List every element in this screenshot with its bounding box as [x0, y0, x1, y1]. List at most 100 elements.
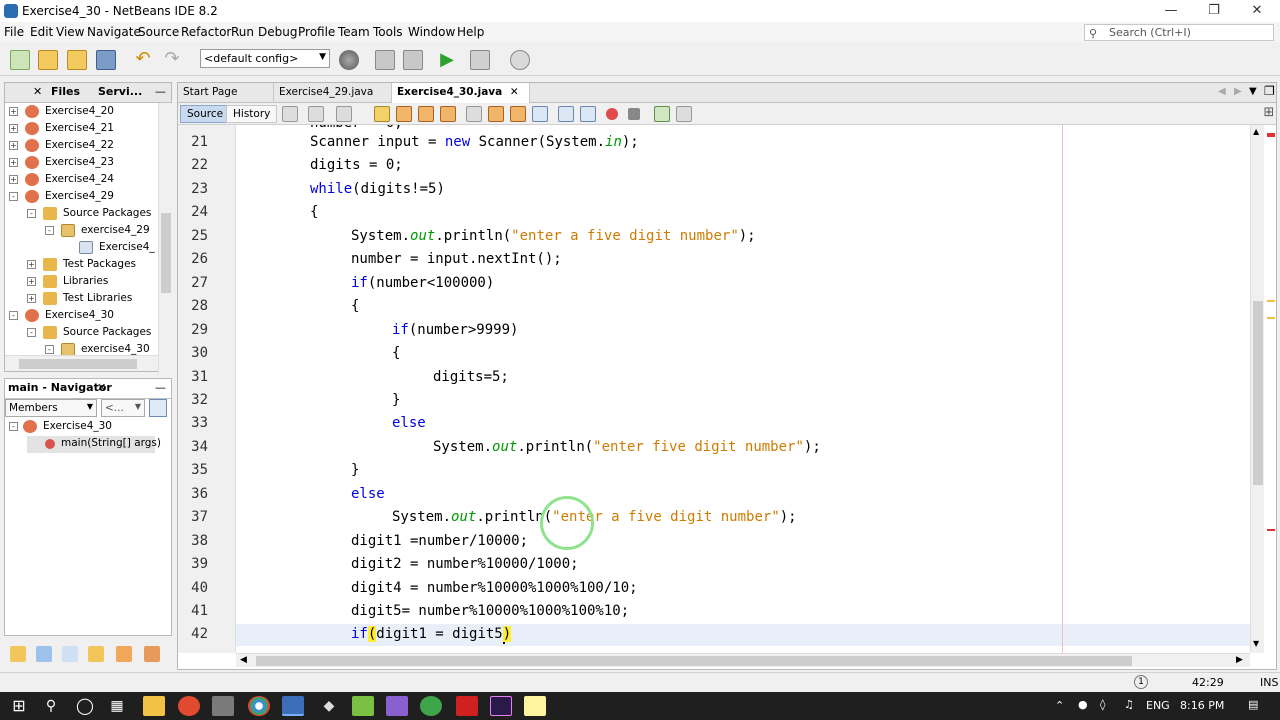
sort-filter-icon[interactable] [144, 646, 160, 662]
editor-vscroll-thumb[interactable] [1253, 301, 1263, 485]
code-line[interactable]: if(number>9999) [392, 322, 518, 338]
collapse-toggle-icon[interactable]: - [27, 328, 36, 337]
toggle-highlight-icon[interactable] [440, 106, 456, 122]
netbeans-taskbar-icon[interactable] [282, 696, 304, 716]
menu-profile[interactable]: Profile [298, 25, 335, 39]
comment-icon[interactable] [654, 106, 670, 122]
code-line[interactable]: { [392, 345, 400, 361]
expand-toggle-icon[interactable]: + [9, 158, 18, 167]
search-input[interactable]: ⚲ Search (Ctrl+I) [1084, 24, 1274, 41]
editor-horizontal-scrollbar[interactable]: ◀ ▶ [236, 653, 1250, 667]
media-player-icon[interactable] [178, 696, 200, 716]
previous-bookmark-icon[interactable] [488, 106, 504, 122]
last-edit-icon[interactable] [282, 106, 298, 122]
menu-help[interactable]: Help [457, 25, 484, 39]
editor-hscroll-thumb[interactable] [256, 656, 1132, 666]
menu-window[interactable]: Window [408, 25, 455, 39]
visual-studio-icon[interactable] [386, 696, 408, 716]
code-line[interactable]: if(number<100000) [351, 275, 494, 291]
scroll-down-icon[interactable]: ▼ [1253, 639, 1259, 648]
debug-icon[interactable] [470, 50, 490, 70]
windows-start-icon[interactable]: ⊞ [8, 696, 30, 716]
code-line[interactable]: number = input.nextInt(); [351, 251, 562, 267]
next-bookmark-icon[interactable] [510, 106, 526, 122]
find-previous-icon[interactable] [396, 106, 412, 122]
lock-icon[interactable] [88, 646, 104, 662]
expand-toggle-icon[interactable]: + [9, 107, 18, 116]
scope-filter-select[interactable]: <... ▼ [101, 399, 145, 417]
collapse-toggle-icon[interactable]: - [45, 226, 54, 235]
search-icon[interactable]: ⚲ [40, 696, 62, 716]
tab-start-page[interactable]: Start Page [178, 83, 274, 103]
source-view-button[interactable]: Source [180, 105, 231, 123]
code-line[interactable]: } [392, 392, 400, 408]
collapse-toggle-icon[interactable]: - [45, 345, 54, 354]
acrobat-icon[interactable] [456, 696, 478, 716]
tab-exercise4-29[interactable]: Exercise4_29.java [274, 83, 392, 103]
tab-exercise4-30[interactable]: Exercise4_30.java ✕ [392, 83, 530, 103]
static-filter-icon[interactable] [36, 646, 52, 662]
chevron-down-icon[interactable]: ▼ [1249, 86, 1257, 97]
minimize-button[interactable]: — [1150, 0, 1192, 22]
projects-hscrollbar[interactable] [5, 355, 158, 371]
code-line[interactable]: digits = 0; [310, 157, 403, 173]
minimize-panel-icon[interactable]: — [155, 381, 166, 394]
app-green-icon[interactable] [420, 696, 442, 716]
navigator-options-icon[interactable] [149, 399, 167, 417]
menu-debug[interactable]: Debug [258, 25, 297, 39]
scroll-up-icon[interactable]: ▲ [1253, 127, 1259, 136]
code-line[interactable]: System.out.println("enter a five digit n… [392, 509, 797, 525]
collapse-toggle-icon[interactable]: - [9, 422, 18, 431]
config-select[interactable]: <default config> ▼ [200, 49, 330, 68]
non-public-filter-icon[interactable] [62, 646, 78, 662]
close-icon[interactable]: ✕ [33, 85, 42, 98]
menu-file[interactable]: File [4, 25, 24, 39]
code-line[interactable]: while(digits!=5) [310, 181, 445, 197]
network-icon[interactable]: ◊ [1100, 698, 1105, 711]
expand-toggle-icon[interactable]: + [27, 277, 36, 286]
clock[interactable]: 8:16 PM [1180, 699, 1224, 712]
minimize-panel-icon[interactable]: — [155, 85, 166, 98]
collapse-toggle-icon[interactable]: - [9, 311, 18, 320]
tabs-scroll-right-icon[interactable]: ▶ [1234, 86, 1242, 97]
menu-run[interactable]: Run [231, 25, 254, 39]
microphone-icon[interactable]: ● [1078, 698, 1088, 711]
code-line[interactable]: Scanner input = new Scanner(System.in); [310, 134, 639, 150]
notifications-icon[interactable]: 1 [1134, 675, 1148, 689]
projects-hscroll-thumb[interactable] [19, 359, 137, 369]
scroll-left-icon[interactable]: ◀ [240, 655, 247, 665]
close-button[interactable]: ✕ [1236, 0, 1278, 22]
expand-toggle-icon[interactable]: + [9, 175, 18, 184]
new-project-icon[interactable] [38, 50, 58, 70]
file-explorer-icon[interactable] [143, 696, 165, 716]
menu-team[interactable]: Team [338, 25, 370, 39]
expand-toggle-icon[interactable]: + [27, 260, 36, 269]
code-line[interactable]: digit2 = number%10000/1000; [351, 556, 579, 572]
editor-vertical-scrollbar[interactable]: ▲ ▼ [1250, 125, 1264, 653]
back-icon[interactable] [308, 106, 324, 122]
code-line[interactable]: System.out.println("enter five digit num… [433, 439, 821, 455]
new-file-icon[interactable] [10, 50, 30, 70]
menu-tools[interactable]: Tools [373, 25, 403, 39]
stop-macro-icon[interactable] [628, 108, 640, 120]
app-icon[interactable] [212, 696, 234, 716]
run-icon[interactable]: ▶ [437, 50, 457, 70]
menu-navigate[interactable]: Navigate [87, 25, 141, 39]
shift-left-icon[interactable] [558, 106, 574, 122]
inherited-filter-icon[interactable] [116, 646, 132, 662]
cortana-icon[interactable]: ◯ [74, 696, 96, 716]
code-line[interactable]: } [351, 462, 359, 478]
find-next-icon[interactable] [418, 106, 434, 122]
code-line[interactable]: digit1 =number/10000; [351, 533, 528, 549]
keyboard-language[interactable]: ENG [1146, 699, 1170, 712]
open-project-icon[interactable] [67, 50, 87, 70]
code-line[interactable]: System.out.println("enter a five digit n… [351, 228, 756, 244]
maximize-icon[interactable]: ❐ [1264, 84, 1275, 98]
fields-filter-icon[interactable] [10, 646, 26, 662]
navigator-class-row[interactable]: - Exercise4_30 [9, 419, 159, 436]
profile-icon[interactable] [510, 50, 530, 70]
menu-view[interactable]: View [56, 25, 84, 39]
camtasia-icon[interactable] [352, 696, 374, 716]
globe-icon[interactable] [339, 50, 359, 70]
code-line[interactable]: { [351, 298, 359, 314]
